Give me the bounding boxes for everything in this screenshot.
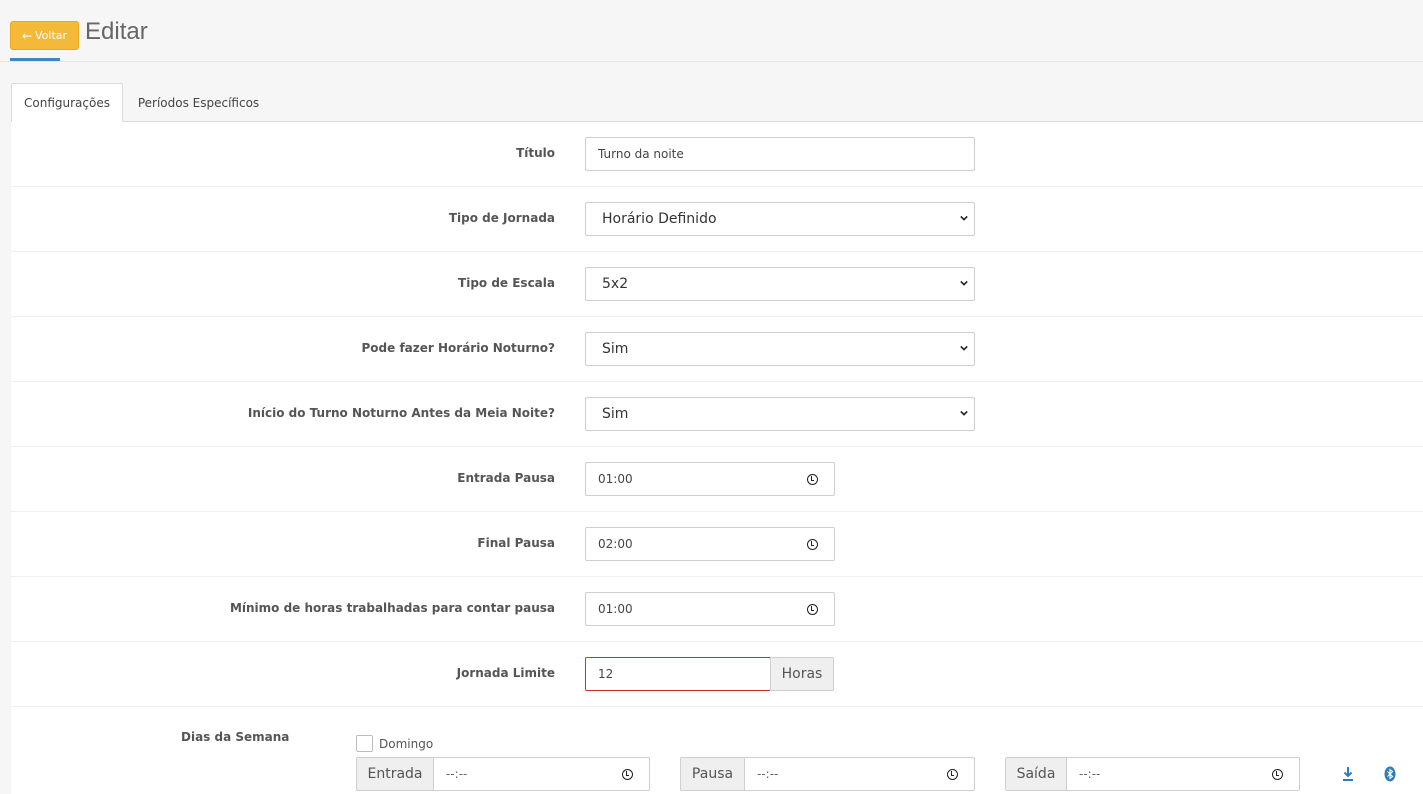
pausa-time-value: --:-- <box>757 767 779 781</box>
pausa-addon: Pausa <box>680 757 744 791</box>
inicio-turno-value: Sim <box>602 406 629 422</box>
clock-icon[interactable] <box>807 474 818 485</box>
tab-periodos-especificos[interactable]: Períodos Específicos <box>126 83 271 122</box>
page-header: ← Voltar Editar <box>0 0 1423 62</box>
page-title: Editar <box>85 18 148 45</box>
saida-time-value: --:-- <box>1079 767 1101 781</box>
final-pausa-label: Final Pausa <box>477 536 555 550</box>
final-pausa-value: 02:00 <box>598 537 633 551</box>
domingo-label: Domingo <box>379 736 434 751</box>
pausa-time-input[interactable]: --:-- <box>744 757 975 791</box>
horario-noturno-label: Pode fazer Horário Noturno? <box>361 341 555 355</box>
clock-icon[interactable] <box>622 769 633 780</box>
horario-noturno-select[interactable]: Sim <box>585 332 975 366</box>
title-underline <box>10 58 60 61</box>
titulo-value: Turno da noite <box>598 147 684 161</box>
horas-addon: Horas <box>770 657 834 691</box>
form-row-titulo: Título Turno da noite <box>11 122 1423 187</box>
tipo-jornada-label: Tipo de Jornada <box>448 211 555 225</box>
form-row-jornada-limite: Jornada Limite 12 Horas <box>11 642 1423 707</box>
chevron-down-icon <box>960 280 968 286</box>
entrada-pausa-label: Entrada Pausa <box>457 471 555 485</box>
bluetooth-icon[interactable] <box>1383 766 1397 782</box>
clock-icon[interactable] <box>947 769 958 780</box>
titulo-input[interactable]: Turno da noite <box>585 137 975 171</box>
chevron-down-icon <box>960 215 968 221</box>
jornada-limite-input[interactable]: 12 <box>585 657 771 691</box>
entrada-time-value: --:-- <box>446 767 468 781</box>
form-row-horario-noturno: Pode fazer Horário Noturno? Sim <box>11 317 1423 382</box>
tipo-escala-value: 5x2 <box>602 276 629 292</box>
entrada-pausa-value: 01:00 <box>598 472 633 486</box>
pausa-time-group: Pausa --:-- <box>680 757 975 791</box>
domingo-checkbox-group: Domingo <box>356 735 433 752</box>
saida-time-input[interactable]: --:-- <box>1066 757 1300 791</box>
form-row-final-pausa: Final Pausa 02:00 <box>11 512 1423 577</box>
download-icon[interactable] <box>1341 766 1355 782</box>
entrada-time-input[interactable]: --:-- <box>433 757 650 791</box>
minimo-horas-time-input[interactable]: 01:00 <box>585 592 835 626</box>
tab-bar: Configurações Períodos Específicos <box>11 83 1423 123</box>
minimo-horas-label: Mínimo de horas trabalhadas para contar … <box>229 601 555 615</box>
dias-semana-label: Dias da Semana <box>181 730 290 744</box>
tipo-escala-select[interactable]: 5x2 <box>585 267 975 301</box>
horario-noturno-value: Sim <box>602 341 629 357</box>
inicio-turno-select[interactable]: Sim <box>585 397 975 431</box>
tipo-escala-label: Tipo de Escala <box>458 276 555 290</box>
domingo-checkbox[interactable] <box>356 735 373 752</box>
entrada-pausa-time-input[interactable]: 01:00 <box>585 462 835 496</box>
clock-icon[interactable] <box>807 604 818 615</box>
saida-addon: Saída <box>1005 757 1066 791</box>
back-button-label: Voltar <box>35 29 68 42</box>
form-row-tipo-escala: Tipo de Escala 5x2 <box>11 252 1423 317</box>
entrada-time-group: Entrada --:-- <box>356 757 650 791</box>
form-row-minimo-horas: Mínimo de horas trabalhadas para contar … <box>11 577 1423 642</box>
minimo-horas-value: 01:00 <box>598 602 633 616</box>
saida-time-group: Saída --:-- <box>1005 757 1300 791</box>
tipo-jornada-select[interactable]: Horário Definido <box>585 202 975 236</box>
titulo-label: Título <box>516 146 555 160</box>
final-pausa-time-input[interactable]: 02:00 <box>585 527 835 561</box>
form-row-entrada-pausa: Entrada Pausa 01:00 <box>11 447 1423 512</box>
form-row-tipo-jornada: Tipo de Jornada Horário Definido <box>11 187 1423 252</box>
form-row-inicio-turno: Início do Turno Noturno Antes da Meia No… <box>11 382 1423 447</box>
entrada-addon: Entrada <box>356 757 433 791</box>
jornada-limite-label: Jornada Limite <box>456 666 555 680</box>
clock-icon[interactable] <box>807 539 818 550</box>
inicio-turno-label: Início do Turno Noturno Antes da Meia No… <box>247 406 555 420</box>
back-button[interactable]: ← Voltar <box>10 21 79 50</box>
arrow-left-icon: ← <box>21 28 32 43</box>
clock-icon[interactable] <box>1272 769 1283 780</box>
jornada-limite-value: 12 <box>598 667 614 681</box>
chevron-down-icon <box>960 345 968 351</box>
chevron-down-icon <box>960 410 968 416</box>
tipo-jornada-value: Horário Definido <box>602 211 717 227</box>
settings-form: Título Turno da noite Tipo de Jornada Ho… <box>11 122 1423 794</box>
tab-configuracoes[interactable]: Configurações <box>11 83 123 123</box>
